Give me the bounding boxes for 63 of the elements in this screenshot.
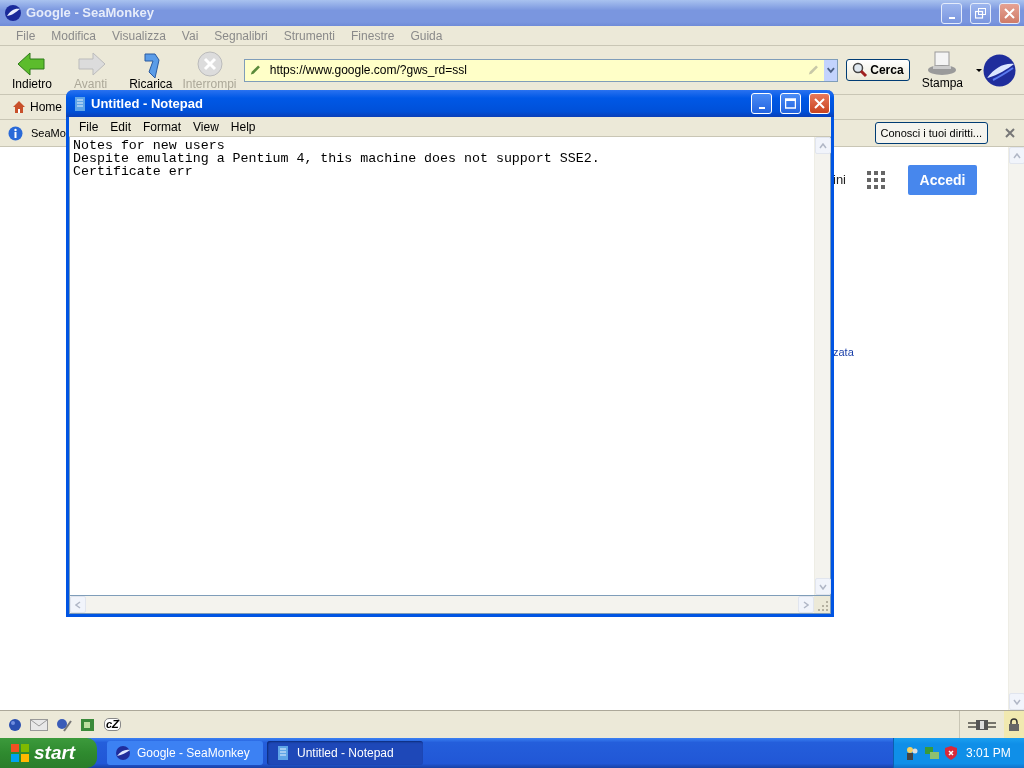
- shield-icon[interactable]: [944, 745, 958, 761]
- minimize-button[interactable]: [941, 2, 962, 24]
- clock: 3:01 PM: [966, 745, 1011, 762]
- pencil-icon: [806, 63, 820, 77]
- search-button[interactable]: Cerca: [846, 59, 910, 81]
- scroll-up-button[interactable]: [1009, 147, 1024, 164]
- notepad-icon: [73, 95, 87, 112]
- reload-button[interactable]: Ricarica: [125, 49, 177, 91]
- menu-item[interactable]: Help: [224, 117, 262, 136]
- scrollbar[interactable]: [1008, 147, 1024, 710]
- people-icon[interactable]: [904, 745, 920, 761]
- restore-button[interactable]: [970, 2, 991, 24]
- minimize-icon: [948, 16, 955, 19]
- globe-icon[interactable]: [8, 717, 22, 732]
- advanced-search-link[interactable]: zata: [833, 346, 854, 358]
- taskbar-button[interactable]: Untitled - Notepad: [267, 741, 423, 765]
- print-button[interactable]: Stampa: [917, 50, 967, 90]
- back-button[interactable]: Indietro: [8, 49, 57, 91]
- bird-logo-icon: [115, 745, 131, 761]
- home-button[interactable]: Home: [8, 100, 66, 114]
- search-icon: [852, 62, 869, 78]
- scroll-left-button[interactable]: [70, 596, 86, 613]
- back-arrow-icon: [16, 49, 48, 78]
- restore-icon: [975, 7, 986, 19]
- pencil-icon: [249, 63, 262, 77]
- menu-item[interactable]: Edit: [104, 117, 138, 136]
- menu-item[interactable]: View: [187, 117, 225, 136]
- maximize-icon: [785, 98, 796, 109]
- close-button[interactable]: [999, 2, 1020, 24]
- scroll-down-button[interactable]: [1009, 693, 1024, 710]
- close-icon: [1004, 7, 1015, 19]
- compose-icon[interactable]: [56, 717, 72, 732]
- images-link[interactable]: ini: [833, 170, 846, 190]
- bird-logo-icon: [4, 4, 22, 22]
- rights-button[interactable]: Conosci i tuoi diritti...: [874, 121, 988, 145]
- flag-icon: [10, 743, 30, 763]
- sign-in-button[interactable]: Accedi: [908, 165, 977, 195]
- taskbar-button[interactable]: Google - SeaMonkey: [107, 741, 263, 765]
- close-icon: [814, 98, 825, 109]
- chat-icon[interactable]: cZ: [104, 718, 121, 731]
- window-title: Untitled - Notepad: [91, 94, 204, 113]
- caret-icon[interactable]: [975, 66, 983, 74]
- home-icon: [12, 100, 26, 114]
- mail-icon[interactable]: [30, 718, 48, 731]
- scroll-right-button[interactable]: [798, 596, 814, 613]
- menu-item[interactable]: File: [73, 117, 105, 136]
- start-button[interactable]: start: [0, 738, 97, 768]
- info-icon: [8, 125, 23, 141]
- bird-logo-icon: [983, 53, 1016, 87]
- lock-icon[interactable]: [1008, 717, 1020, 732]
- connection-icon[interactable]: [968, 718, 996, 731]
- window-title: Google - SeaMonkey: [26, 4, 155, 23]
- apps-grid-icon[interactable]: [867, 171, 885, 189]
- close-icon[interactable]: [1004, 127, 1016, 139]
- notification-text: SeaMo: [31, 125, 66, 141]
- address-input[interactable]: https://www.google.com/?gws_rd=ssl: [265, 60, 807, 80]
- menu-item[interactable]: Format: [137, 117, 188, 136]
- scrollbar[interactable]: [70, 596, 814, 613]
- maximize-button[interactable]: [780, 93, 801, 114]
- address-field[interactable]: https://www.google.com/?gws_rd=ssl: [244, 58, 839, 82]
- notepad-icon: [275, 745, 291, 761]
- minimize-icon: [758, 107, 765, 109]
- address-book-icon[interactable]: [80, 717, 96, 732]
